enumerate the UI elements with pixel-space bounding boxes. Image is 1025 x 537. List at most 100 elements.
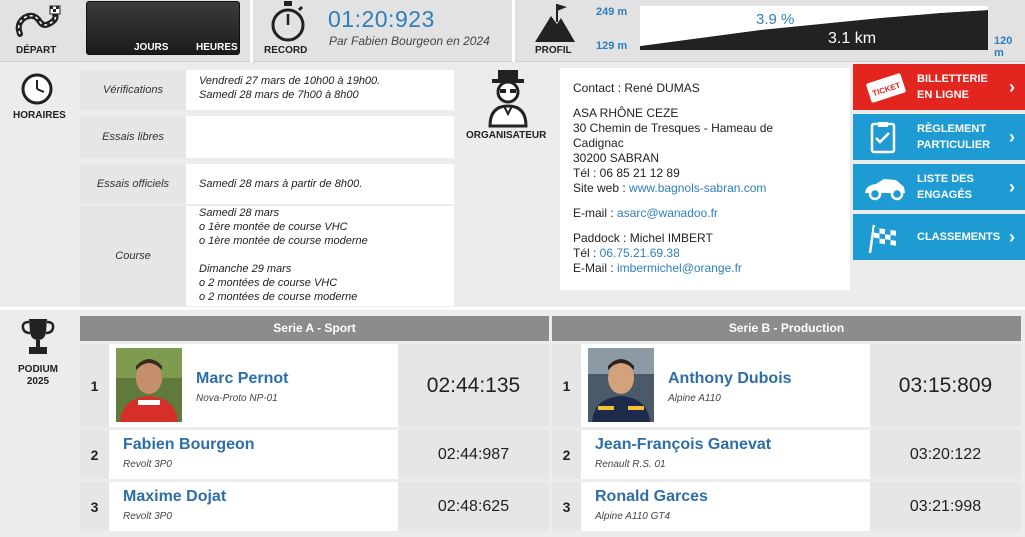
position: 1 — [552, 344, 581, 427]
driver-photo — [588, 348, 654, 422]
contact-name: Contact : René DUMAS — [573, 81, 700, 95]
driver-name[interactable]: Maxime Dojat — [123, 488, 226, 506]
clock-icon — [20, 72, 54, 111]
position: 3 — [80, 482, 109, 531]
reglement-label: RÈGLEMENT PARTICULIER — [917, 121, 990, 153]
button-line: LISTE DES — [917, 173, 974, 185]
depart-label: DÉPART — [16, 45, 57, 56]
mountain-flag-icon — [533, 0, 577, 49]
schedule-line: Dimanche 29 mars — [199, 263, 292, 275]
schedule-key: Course — [80, 206, 186, 306]
schedule-line: Vendredi 27 mars de 10h00 à 19h00. — [199, 75, 381, 87]
schedule-spacer — [199, 248, 450, 262]
classements-button[interactable]: CLASSEMENTS › — [853, 214, 1025, 260]
schedule-key: Vérifications — [80, 70, 186, 110]
series-title: Serie A - Sport — [80, 316, 549, 341]
result-row: 2 Jean-François Ganevat Renault R.S. 01 … — [552, 430, 1021, 479]
schedule-key: Essais libres — [80, 116, 186, 158]
divider — [250, 0, 253, 62]
organisateur-label: ORGANISATEUR — [466, 130, 547, 141]
altitude-end: 120 m — [994, 35, 1013, 59]
divider — [512, 0, 515, 62]
website-prefix: Site web : — [573, 181, 630, 195]
chevron-right-icon: › — [1009, 127, 1015, 147]
classements-label: CLASSEMENTS — [917, 231, 1001, 243]
average-gradient: 3.9 % — [756, 11, 795, 28]
schedule-line: o 2 montées de course moderne — [199, 291, 358, 303]
billetterie-label: BILLETTERIE EN LIGNE — [917, 71, 988, 103]
result-row: 3 Maxime Dojat Revolt 3P0 02:48:625 — [80, 482, 549, 531]
schedule-line: o 2 montées de course VHC — [199, 277, 338, 289]
driver-name[interactable]: Ronald Garces — [595, 488, 708, 506]
button-line: PARTICULIER — [917, 139, 991, 151]
billetterie-button[interactable]: TICKET BILLETTERIE EN LIGNE › — [853, 64, 1025, 110]
driver-photo — [116, 348, 182, 422]
race-time: 03:21:998 — [870, 482, 1021, 531]
position: 1 — [80, 344, 109, 427]
race-time: 02:44:987 — [398, 430, 549, 479]
email-link[interactable]: asarc@wanadoo.fr — [617, 206, 718, 220]
paddock-email-row: E-Mail : imbermichel@orange.fr — [573, 261, 850, 276]
race-time: 03:20:122 — [870, 430, 1021, 479]
countdown-timer: JOURS HEURES — [86, 1, 240, 55]
schedule-row: Essais libres — [80, 116, 454, 158]
website-row: Site web : www.bagnols-sabran.com — [573, 181, 850, 196]
paddock-email-link[interactable]: imbermichel@orange.fr — [617, 261, 742, 275]
countdown-hours-label: HEURES — [196, 42, 238, 53]
series-title: Serie B - Production — [552, 316, 1021, 341]
race-time: 02:48:625 — [398, 482, 549, 531]
address-line: Cadignac — [573, 136, 624, 150]
depart-section: DÉPART — [0, 0, 76, 62]
series-b-results: Serie B - Production 1 Anthony Dubois Al… — [552, 316, 1021, 531]
driver-name[interactable]: Jean-François Ganevat — [595, 436, 771, 454]
website-link[interactable]: www.bagnols-sabran.com — [629, 181, 766, 195]
chevron-right-icon: › — [1009, 177, 1015, 197]
countdown-days-label: JOURS — [134, 42, 169, 53]
ticket-icon: TICKET — [862, 71, 910, 108]
paddock-contact: Paddock : Michel IMBERT — [573, 231, 713, 245]
paddock-email-prefix: E-Mail : — [573, 261, 618, 275]
record-time: 01:20:923 — [328, 6, 435, 32]
race-car-icon — [862, 171, 908, 208]
record-label: RECORD — [264, 45, 308, 56]
car-model: Renault R.S. 01 — [595, 459, 666, 470]
horaires-heading: HORAIRES — [0, 66, 76, 306]
organisateur-heading: ORGANISATEUR — [462, 66, 554, 306]
position: 2 — [552, 430, 581, 479]
car-model: Revolt 3P0 — [123, 459, 172, 470]
checkered-flag-icon — [862, 221, 902, 258]
result-row: 1 Marc Pernot Nova-Proto NP-01 02:44:135 — [80, 344, 549, 427]
profil-label: PROFIL — [535, 45, 572, 56]
button-line: EN LIGNE — [917, 89, 969, 101]
driver-name[interactable]: Marc Pernot — [196, 370, 288, 388]
course-distance: 3.1 km — [828, 30, 877, 47]
email-row: E-mail : asarc@wanadoo.fr — [573, 206, 850, 221]
race-time: 02:44:135 — [398, 344, 549, 427]
schedule-row: Essais officiels Samedi 28 mars à partir… — [80, 164, 454, 204]
driver-name[interactable]: Fabien Bourgeon — [123, 436, 255, 454]
horaires-label: HORAIRES — [13, 110, 66, 121]
race-time: 03:15:809 — [870, 344, 1021, 427]
chevron-right-icon: › — [1009, 77, 1015, 97]
schedule-line: Samedi 28 mars — [199, 207, 280, 219]
profil-section: PROFIL 249 m 129 m 3.9 % 3.1 km 120 m — [516, 0, 1025, 62]
reglement-button[interactable]: RÈGLEMENT PARTICULIER › — [853, 114, 1025, 160]
position: 2 — [80, 430, 109, 479]
series-a-results: Serie A - Sport 1 Marc Pernot Nova-Proto… — [80, 316, 549, 531]
address-line: 30 Chemin de Tresques - Hameau de — [573, 121, 774, 135]
schedule-value: Samedi 28 mars à partir de 8h00. — [199, 177, 450, 191]
driver-name[interactable]: Anthony Dubois — [668, 370, 792, 388]
divider — [0, 307, 1025, 310]
engages-button[interactable]: LISTE DES ENGAGÉS › — [853, 164, 1025, 210]
phone: Tél : 06 85 21 12 89 — [573, 166, 680, 180]
paddock-phone-link[interactable]: 06.75.21.69.38 — [600, 246, 680, 260]
stopwatch-icon — [268, 0, 308, 49]
schedule-key: Essais officiels — [80, 164, 186, 204]
schedule-value: Vendredi 27 mars de 10h00 à 19h00. Samed… — [199, 74, 450, 102]
result-row: 2 Fabien Bourgeon Revolt 3P0 02:44:987 — [80, 430, 549, 479]
event-info-bar: DÉPART JOURS HEURES RECORD 01:20:923 Par… — [0, 0, 1025, 62]
result-row: 3 Ronald Garces Alpine A110 GT4 03:21:99… — [552, 482, 1021, 531]
